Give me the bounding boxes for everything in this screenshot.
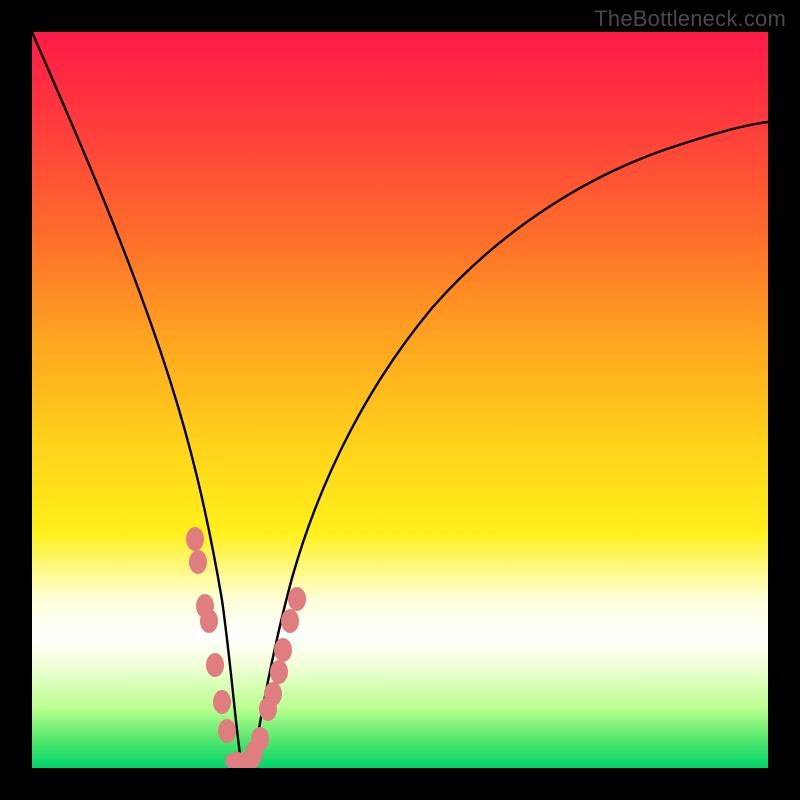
data-point — [251, 727, 269, 751]
data-point — [281, 609, 299, 633]
watermark-text: TheBottleneck.com — [594, 6, 786, 32]
chart-frame: TheBottleneck.com — [0, 0, 800, 800]
data-point — [264, 682, 282, 706]
data-point — [186, 527, 204, 551]
data-point — [288, 587, 306, 611]
plot-area — [32, 32, 768, 768]
data-point — [274, 638, 292, 662]
data-point — [189, 550, 207, 574]
data-point — [218, 719, 236, 743]
bottleneck-curve — [32, 32, 768, 768]
marker-group — [186, 527, 306, 768]
data-point — [200, 609, 218, 633]
curve-layer — [32, 32, 768, 768]
data-point — [213, 690, 231, 714]
data-point — [206, 653, 224, 677]
data-point — [270, 660, 288, 684]
